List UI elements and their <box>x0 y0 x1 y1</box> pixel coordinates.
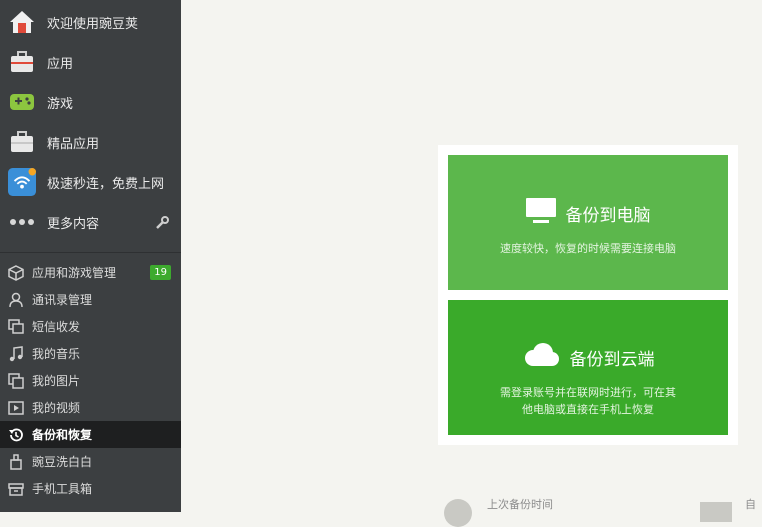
toolbox-icon <box>7 480 25 498</box>
sidebar-divider <box>0 252 181 253</box>
sidebar-item-label: 我的图片 <box>32 374 81 388</box>
person-icon <box>7 291 25 309</box>
sidebar-item-label: 备份和恢复 <box>32 428 93 442</box>
toolbox-icon <box>8 128 36 156</box>
video-icon <box>7 399 25 417</box>
backup-to-cloud-desc-line1: 需登录账号并在联网时进行，可在其 <box>500 386 676 399</box>
home-icon <box>8 8 36 36</box>
toolbox-icon <box>8 48 36 76</box>
wrench-icon[interactable] <box>155 215 169 234</box>
footer-toggle[interactable] <box>700 502 732 522</box>
sidebar-item-label: 我的音乐 <box>32 347 81 361</box>
sidebar-item-wifi[interactable]: 极速秒连，免费上网 <box>0 162 181 202</box>
sidebar-item-music[interactable]: 我的音乐 <box>0 340 181 367</box>
sidebar-item-backup-restore[interactable]: 备份和恢复 <box>0 421 181 448</box>
sidebar-item-clean[interactable]: 豌豆洗白白 <box>0 448 181 475</box>
backup-to-pc-button[interactable]: 备份到电脑 速度较快，恢复的时候需要连接电脑 <box>448 155 728 290</box>
sidebar-item-label: 短信收发 <box>32 320 81 334</box>
music-icon <box>7 345 25 363</box>
history-icon <box>7 426 25 444</box>
sidebar-item-label: 通讯录管理 <box>32 293 93 307</box>
more-dots-icon <box>8 208 36 236</box>
sidebar-item-label: 豌豆洗白白 <box>32 455 93 469</box>
last-backup-icon <box>444 499 472 527</box>
sidebar-item-contacts[interactable]: 通讯录管理 <box>0 286 181 313</box>
sidebar: 欢迎使用豌豆荚 应用 游戏 精品应用 极速秒连，免费上网 更多内容 应用和游戏管… <box>0 0 181 512</box>
sidebar-item-label: 游戏 <box>47 96 74 112</box>
wifi-app-icon <box>8 168 36 196</box>
clean-icon <box>7 453 25 471</box>
sidebar-item-label: 欢迎使用豌豆荚 <box>47 16 139 32</box>
sidebar-item-app-game-manager[interactable]: 应用和游戏管理 19 <box>0 259 181 286</box>
sidebar-item-messages[interactable]: 短信收发 <box>0 313 181 340</box>
gamepad-icon <box>8 88 36 116</box>
sidebar-item-label: 精品应用 <box>47 136 100 152</box>
sidebar-item-apps[interactable]: 应用 <box>0 42 181 82</box>
footer-right-label: 自 <box>745 498 756 511</box>
monitor-icon <box>525 198 556 228</box>
backup-options-panel: 备份到电脑 速度较快，恢复的时候需要连接电脑 备份到云端 需登录账号并在联网时进… <box>438 145 738 445</box>
count-badge: 19 <box>150 265 171 280</box>
sidebar-item-label: 应用 <box>47 56 74 72</box>
sidebar-item-label: 更多内容 <box>47 216 100 232</box>
sidebar-item-label: 手机工具箱 <box>32 482 93 496</box>
backup-to-cloud-desc-line2: 他电脑或直接在手机上恢复 <box>522 403 654 416</box>
image-icon <box>7 372 25 390</box>
last-backup-label: 上次备份时间 <box>487 498 553 511</box>
backup-to-cloud-title: 备份到云端 <box>569 349 655 370</box>
sidebar-item-featured-apps[interactable]: 精品应用 <box>0 122 181 162</box>
sidebar-item-label: 我的视频 <box>32 401 81 415</box>
cube-icon <box>7 264 25 282</box>
backup-to-pc-title: 备份到电脑 <box>565 205 651 226</box>
sidebar-item-welcome[interactable]: 欢迎使用豌豆荚 <box>0 2 181 42</box>
backup-to-pc-desc: 速度较快，恢复的时候需要连接电脑 <box>500 242 676 255</box>
sidebar-item-videos[interactable]: 我的视频 <box>0 394 181 421</box>
sidebar-item-toolbox[interactable]: 手机工具箱 <box>0 475 181 502</box>
sidebar-item-games[interactable]: 游戏 <box>0 82 181 122</box>
sidebar-item-pictures[interactable]: 我的图片 <box>0 367 181 394</box>
sidebar-item-more[interactable]: 更多内容 <box>0 202 181 242</box>
sidebar-item-label: 应用和游戏管理 <box>32 266 117 280</box>
sidebar-item-label: 极速秒连，免费上网 <box>47 176 165 192</box>
backup-to-cloud-button[interactable]: 备份到云端 需登录账号并在联网时进行，可在其 他电脑或直接在手机上恢复 <box>448 300 728 435</box>
message-icon <box>7 318 25 336</box>
cloud-icon <box>522 342 560 372</box>
